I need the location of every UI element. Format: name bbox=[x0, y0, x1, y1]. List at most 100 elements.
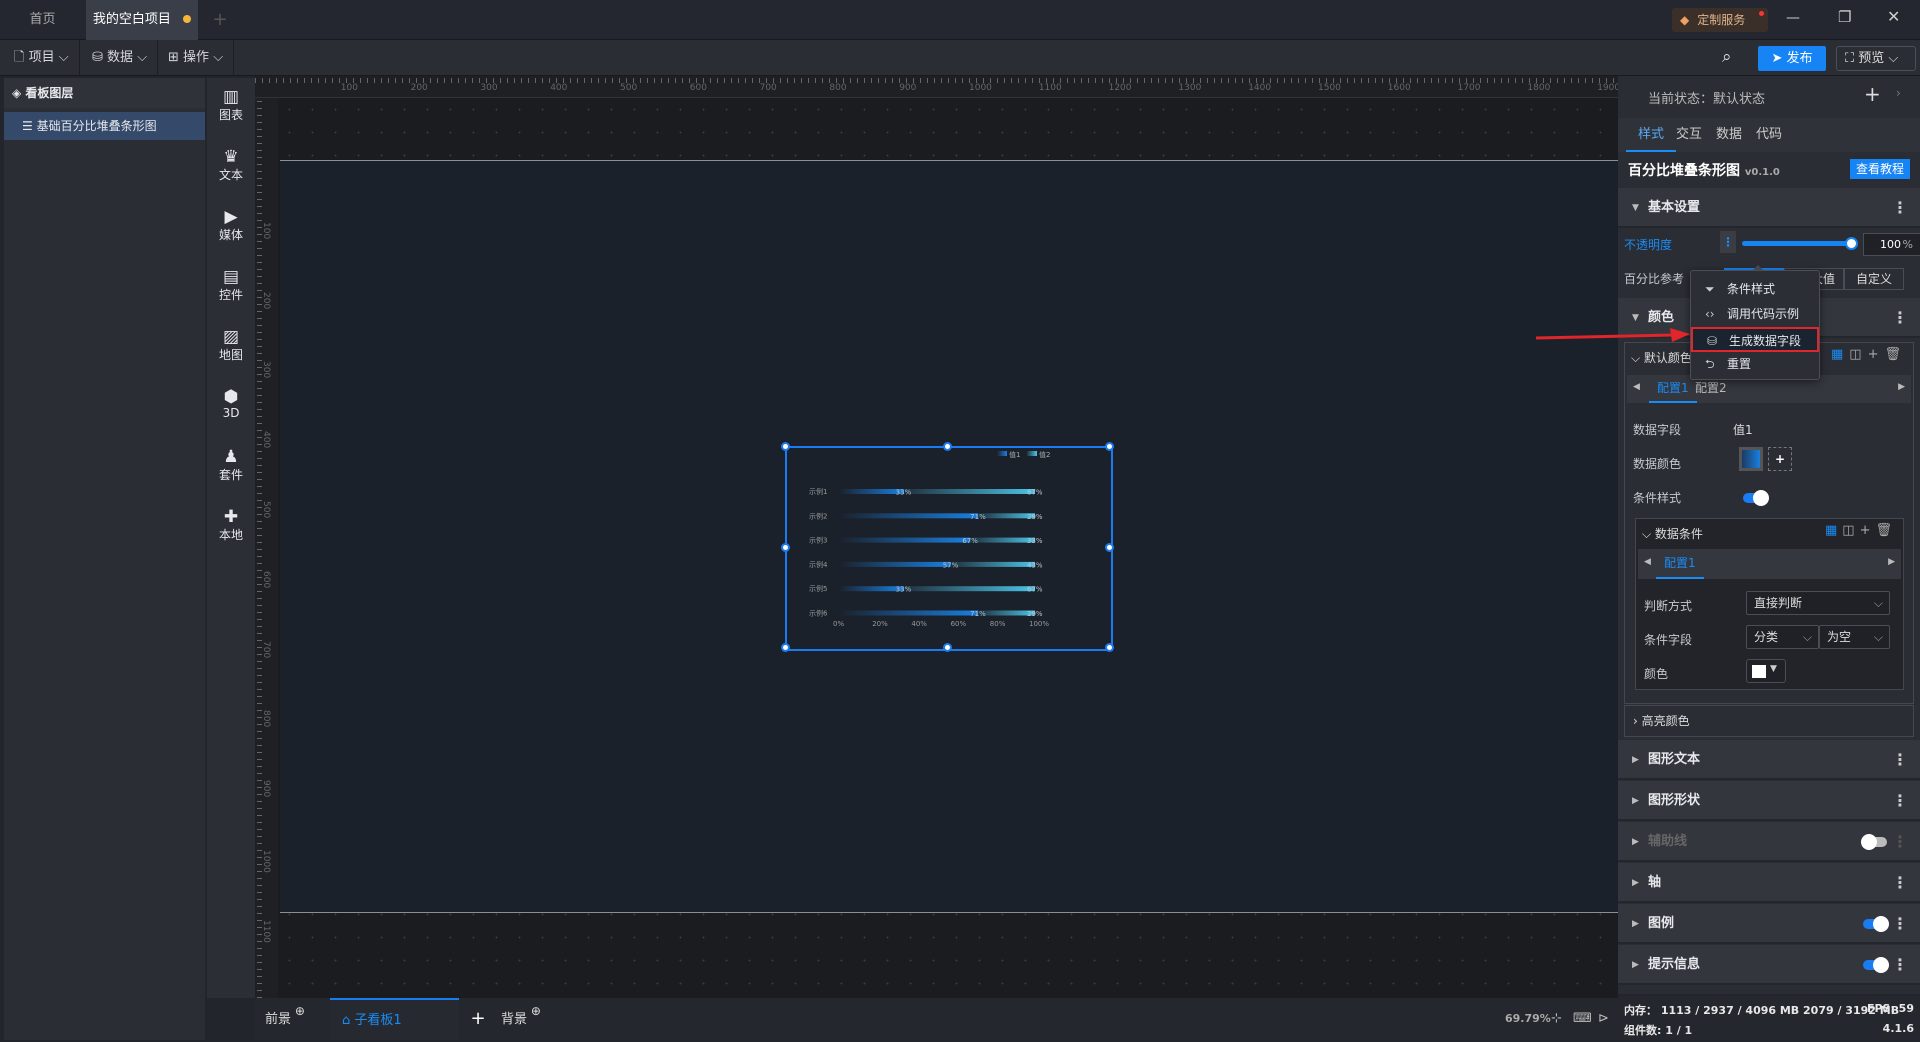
menu-item-code-example[interactable]: ‹› 调用代码示例 bbox=[1691, 302, 1819, 327]
add-state-button[interactable]: + bbox=[1864, 82, 1881, 106]
tab-project[interactable]: 我的空白项目 bbox=[86, 0, 198, 40]
cond-style-toggle[interactable] bbox=[1743, 490, 1769, 506]
section-toggle[interactable] bbox=[1863, 916, 1889, 932]
section-basic[interactable]: ▼ 基本设置 ⋮ bbox=[1618, 188, 1920, 228]
publish-button[interactable]: ➤ 发布 bbox=[1758, 46, 1826, 71]
judge-method-select[interactable]: 直接判断 ⌵ bbox=[1746, 591, 1890, 615]
cond-operator-select[interactable]: 为空 ⌵ bbox=[1819, 625, 1890, 649]
section-0[interactable]: ▶ 图形文本 ⋮ bbox=[1618, 740, 1920, 780]
resize-handle[interactable] bbox=[1105, 442, 1114, 451]
panel-tab-2[interactable]: 数据 bbox=[1712, 118, 1746, 152]
section-2[interactable]: ▶ 辅助线 ⋮ bbox=[1618, 822, 1920, 862]
highlight-color-group[interactable]: › 高亮颜色 bbox=[1624, 705, 1914, 737]
preview-button[interactable]: ⛶ 预览 ⌵ bbox=[1836, 46, 1916, 71]
keyboard-icon[interactable]: ⌨ bbox=[1573, 998, 1592, 1040]
resize-handle[interactable] bbox=[781, 542, 790, 552]
data-condition-header[interactable]: ⌵ 数据条件 bbox=[1642, 525, 1703, 542]
trash-icon[interactable]: 🗑 bbox=[1875, 523, 1897, 538]
project-menu[interactable]: 🗋 项目 ⌵ bbox=[4, 40, 80, 76]
cond-field-select[interactable]: 分类 ⌵ bbox=[1746, 625, 1819, 649]
search-icon[interactable]: ⌕ bbox=[1722, 47, 1732, 67]
operate-menu[interactable]: ⊞ 操作 ⌵ bbox=[158, 40, 235, 76]
arrow-right-icon[interactable]: ▶ bbox=[1898, 382, 1905, 392]
menu-item-generate-data-field[interactable]: ⛁ 生成数据字段 bbox=[1691, 327, 1819, 352]
table-icon[interactable]: ▦ bbox=[1825, 523, 1842, 538]
add-board-button[interactable]: + bbox=[463, 998, 493, 1040]
panel-tab-1[interactable]: 交互 bbox=[1672, 118, 1706, 152]
add-circle-icon[interactable]: ⊕ bbox=[291, 1004, 305, 1018]
more-icon[interactable]: ⋮ bbox=[1892, 781, 1908, 821]
more-icon[interactable]: ⋮ bbox=[1892, 945, 1908, 985]
add-color-button[interactable]: + bbox=[1768, 447, 1792, 471]
component-6[interactable]: ♟ 套件 bbox=[207, 448, 255, 483]
add-tab-button[interactable]: + bbox=[200, 0, 240, 40]
custom-service-button[interactable]: ◆ 定制服务 bbox=[1672, 8, 1768, 32]
resize-handle[interactable] bbox=[943, 643, 952, 652]
opacity-input[interactable]: 100% bbox=[1863, 233, 1920, 256]
resize-handle[interactable] bbox=[781, 442, 790, 451]
more-icon[interactable]: ⋮ bbox=[1892, 904, 1908, 944]
chart-widget[interactable]: 值1 值2 示例1 33% 67% 示例2 71% 29% 示例3 67% 33% 示例4 57% 43%… bbox=[781, 442, 1114, 652]
panel-tab-0[interactable]: 样式 bbox=[1626, 118, 1677, 152]
resize-handle[interactable] bbox=[1105, 643, 1114, 652]
more-icon[interactable]: ⋮ bbox=[1892, 822, 1908, 862]
section-1[interactable]: ▶ 图形形状 ⋮ bbox=[1618, 781, 1920, 821]
data-menu[interactable]: ⛁ 数据 ⌵ bbox=[82, 40, 159, 76]
view-tutorial-button[interactable]: 查看教程 bbox=[1849, 159, 1910, 179]
component-label: 套件 bbox=[218, 468, 243, 482]
more-icon[interactable]: ⋮ bbox=[1892, 298, 1908, 338]
config-tab-1[interactable]: 配置1 bbox=[1649, 375, 1697, 403]
more-options-button[interactable]: ⋮ bbox=[1720, 231, 1736, 253]
resize-handle[interactable] bbox=[1105, 542, 1114, 552]
slider-thumb[interactable] bbox=[1845, 237, 1858, 250]
arrow-left-icon[interactable]: ◀ bbox=[1644, 557, 1651, 567]
restore-icon[interactable]: ❐ bbox=[1838, 8, 1851, 26]
tab-home[interactable]: 首页 bbox=[0, 0, 85, 40]
default-color-header[interactable]: ⌵ 默认颜色 bbox=[1631, 349, 1692, 366]
trash-icon[interactable]: 🗑 bbox=[1884, 347, 1907, 362]
ruler-label: 100 bbox=[261, 221, 271, 239]
resize-handle[interactable] bbox=[943, 442, 952, 451]
cond-color-picker[interactable]: ▼ bbox=[1746, 659, 1786, 683]
arrow-left-icon[interactable]: ◀ bbox=[1633, 382, 1640, 392]
columns-icon[interactable]: ◫ bbox=[1849, 347, 1867, 362]
tab-foreground[interactable]: 前景 ⊕ bbox=[265, 998, 325, 1040]
fit-screen-icon[interactable]: ⊹ bbox=[1551, 998, 1562, 1040]
section-3[interactable]: ▶ 轴 ⋮ bbox=[1618, 863, 1920, 903]
section-toggle[interactable] bbox=[1863, 957, 1889, 973]
component-5[interactable]: ⬢ 3D bbox=[207, 388, 255, 420]
percent-ref-option-custom[interactable]: 自定义 bbox=[1844, 268, 1904, 290]
table-icon[interactable]: ▦ bbox=[1831, 347, 1849, 362]
minimize-icon[interactable]: — bbox=[1786, 10, 1800, 26]
chevron-right-icon[interactable]: › bbox=[1896, 86, 1901, 100]
plus-icon[interactable]: + bbox=[1868, 347, 1885, 362]
menu-item-condition-style[interactable]: ⏷ 条件样式 bbox=[1691, 277, 1819, 302]
menu-item-reset[interactable]: ⮌ 重置 bbox=[1691, 352, 1819, 377]
component-4[interactable]: ▨ 地图 bbox=[207, 328, 255, 363]
terminal-icon[interactable]: ⊳ bbox=[1598, 998, 1609, 1040]
component-2[interactable]: ▶ 媒体 bbox=[207, 208, 255, 243]
arrow-right-icon[interactable]: ▶ bbox=[1888, 557, 1895, 567]
section-toggle[interactable] bbox=[1861, 834, 1887, 850]
more-icon[interactable]: ⋮ bbox=[1892, 740, 1908, 780]
data-color-swatch[interactable] bbox=[1739, 447, 1763, 471]
more-icon[interactable]: ⋮ bbox=[1892, 188, 1908, 228]
plus-icon[interactable]: + bbox=[1860, 523, 1876, 538]
close-icon[interactable]: ✕ bbox=[1887, 7, 1900, 26]
opacity-slider[interactable] bbox=[1742, 237, 1858, 250]
columns-icon[interactable]: ◫ bbox=[1842, 523, 1859, 538]
condition-config-tab-1[interactable]: 配置1 bbox=[1656, 549, 1704, 579]
add-circle-icon[interactable]: ⊕ bbox=[527, 1004, 541, 1018]
component-7[interactable]: ✚ 本地 bbox=[207, 508, 255, 543]
section-4[interactable]: ▶ 图例 ⋮ bbox=[1618, 904, 1920, 944]
component-3[interactable]: ▤ 控件 bbox=[207, 268, 255, 303]
tab-background[interactable]: 背景 ⊕ bbox=[495, 998, 555, 1040]
panel-tab-3[interactable]: 代码 bbox=[1752, 118, 1786, 152]
tab-sub-board[interactable]: ⌂ 子看板1 bbox=[330, 998, 459, 1040]
section-5[interactable]: ▶ 提示信息 ⋮ bbox=[1618, 945, 1920, 985]
resize-handle[interactable] bbox=[781, 643, 790, 652]
component-1[interactable]: ♛ 文本 bbox=[207, 148, 255, 183]
component-0[interactable]: ▥ 图表 bbox=[207, 88, 255, 123]
layer-item[interactable]: ☰ 基础百分比堆叠条形图 bbox=[4, 112, 205, 140]
more-icon[interactable]: ⋮ bbox=[1892, 863, 1908, 903]
